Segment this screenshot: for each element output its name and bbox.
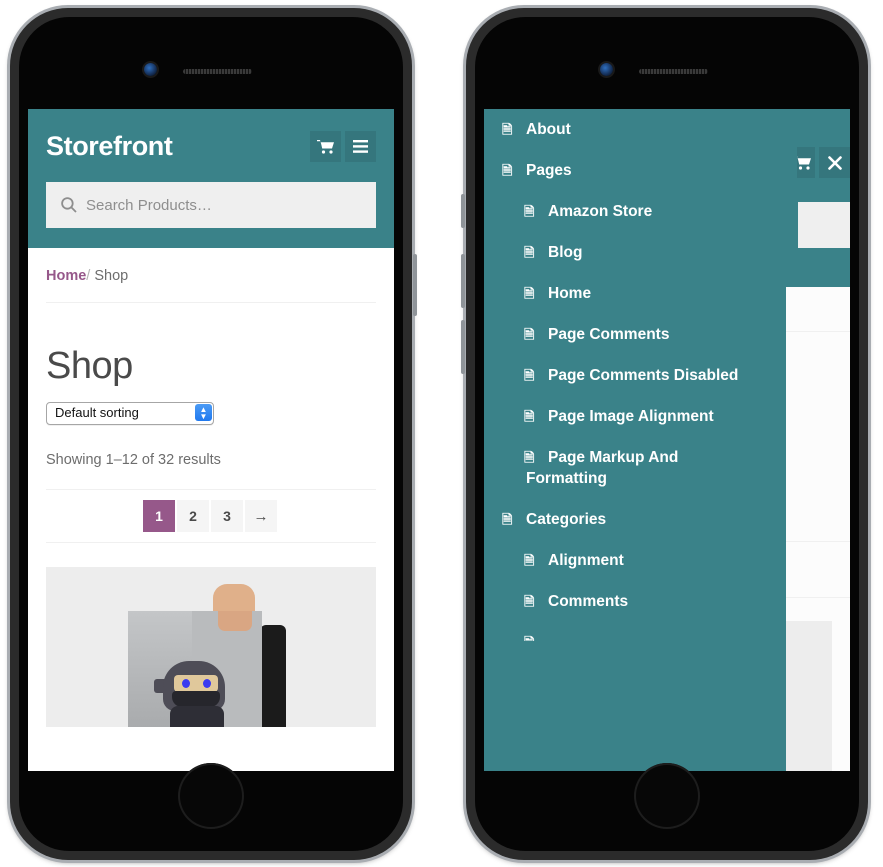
- home-button[interactable]: [634, 763, 700, 829]
- site-logo[interactable]: Storefront: [46, 133, 173, 160]
- menu-item-label: Page Comments Disabled: [548, 367, 739, 384]
- power-button[interactable]: [413, 254, 417, 316]
- search-icon: [61, 197, 77, 213]
- menu-item-amazon-store[interactable]: 🗎 Amazon Store: [484, 191, 786, 232]
- menu-item-page-comments[interactable]: 🗎 Page Comments: [484, 314, 786, 355]
- pagination-page-2[interactable]: 2: [177, 500, 209, 532]
- document-page-icon: 🗎: [524, 286, 535, 301]
- shopping-cart-icon: [317, 140, 334, 154]
- page-title: Shop: [46, 345, 133, 387]
- pagination-page-1[interactable]: 1: [143, 500, 175, 532]
- document-page-icon: 🗎: [524, 409, 535, 424]
- menu-item-partially-visible[interactable]: 🗎: [484, 622, 786, 641]
- product-image-ninja-eye-left: [182, 679, 190, 688]
- pagination-next-button[interactable]: →: [245, 500, 277, 532]
- menu-item-label: Page Image Alignment: [548, 408, 714, 425]
- phone-right: 🗎 About 🗎 Pages 🗎 Amazon Store 🗎 Blog 🗎 …: [461, 8, 868, 860]
- earpiece-speaker-icon: [639, 69, 708, 74]
- cart-button[interactable]: [797, 147, 815, 178]
- document-page-icon: 🗎: [524, 553, 535, 568]
- phone-right-viewport: 🗎 About 🗎 Pages 🗎 Amazon Store 🗎 Blog 🗎 …: [484, 109, 850, 771]
- document-page-icon: 🗎: [524, 368, 535, 383]
- menu-item-page-image-alignment[interactable]: 🗎 Page Image Alignment: [484, 396, 786, 437]
- product-image-ninja-body: [170, 706, 224, 727]
- menu-item-label: Amazon Store: [548, 203, 653, 220]
- front-camera-icon: [144, 63, 157, 76]
- menu-close-button[interactable]: [819, 147, 850, 178]
- volume-down-button[interactable]: [461, 320, 465, 374]
- earpiece-speaker-icon: [183, 69, 252, 74]
- document-page-icon: 🗎: [524, 327, 535, 342]
- menu-item-categories[interactable]: 🗎 Categories: [484, 499, 786, 540]
- home-button[interactable]: [178, 763, 244, 829]
- menu-item-comments[interactable]: 🗎 Comments: [484, 581, 786, 622]
- product-image-fingers: [218, 611, 252, 631]
- product-thumbnail[interactable]: [46, 567, 376, 727]
- document-page-icon: 🗎: [524, 245, 535, 260]
- search-input-placeholder: Search Products…: [86, 196, 212, 214]
- breadcrumb-separator: /: [86, 268, 91, 284]
- document-page-icon: 🗎: [524, 204, 535, 219]
- pagination-page-3[interactable]: 3: [211, 500, 243, 532]
- menu-item-about[interactable]: 🗎 About: [484, 109, 786, 150]
- menu-item-pages[interactable]: 🗎 Pages: [484, 150, 786, 191]
- front-camera-icon: [600, 63, 613, 76]
- result-count: Showing 1–12 of 32 results: [46, 452, 221, 468]
- breadcrumb-home-link[interactable]: Home: [46, 268, 86, 284]
- cart-button[interactable]: [310, 131, 341, 162]
- hamburger-menu-icon: [353, 140, 368, 153]
- sorting-select[interactable]: Default sorting ▲ ▼: [46, 402, 214, 425]
- stepper-arrows-icon: ▲ ▼: [195, 404, 212, 421]
- phone-left: Storefront Search Products… Home/ Shop S…: [10, 8, 417, 860]
- document-page-icon: 🗎: [502, 122, 513, 137]
- product-image-ninja-face: [174, 675, 218, 692]
- shopping-cart-icon: [797, 157, 811, 170]
- header-top-row: Storefront: [46, 131, 376, 162]
- phone-left-screen: Storefront Search Products… Home/ Shop S…: [19, 17, 403, 851]
- menu-item-label: Categories: [526, 511, 607, 528]
- background-search-bar: [798, 202, 850, 248]
- menu-item-page-comments-disabled[interactable]: 🗎 Page Comments Disabled: [484, 355, 786, 396]
- document-page-icon: 🗎: [524, 594, 535, 609]
- menu-item-label: Pages: [526, 162, 572, 179]
- mute-switch[interactable]: [461, 194, 465, 228]
- volume-up-button[interactable]: [461, 254, 465, 308]
- site-header: Storefront Search Products…: [28, 109, 394, 248]
- menu-item-label: About: [526, 121, 571, 138]
- menu-item-alignment[interactable]: 🗎 Alignment: [484, 540, 786, 581]
- product-image-ninja-mask: [172, 691, 220, 707]
- header-buttons: [310, 131, 376, 162]
- menu-toggle-button[interactable]: [345, 131, 376, 162]
- menu-item-page-markup-and-formatting[interactable]: 🗎 Page Markup And Formatting: [484, 437, 786, 499]
- document-page-icon: 🗎: [502, 163, 513, 178]
- menu-item-label: Alignment: [548, 552, 624, 569]
- mobile-menu-overlay: 🗎 About 🗎 Pages 🗎 Amazon Store 🗎 Blog 🗎 …: [484, 109, 786, 771]
- overlay-header-buttons: [797, 147, 850, 178]
- pagination: 1 2 3 →: [46, 489, 376, 543]
- page-body: Home/ Shop Shop Default sorting ▲ ▼ Showi…: [28, 248, 394, 727]
- menu-item-blog[interactable]: 🗎 Blog: [484, 232, 786, 273]
- phone-left-viewport: Storefront Search Products… Home/ Shop S…: [28, 109, 394, 771]
- document-page-icon: 🗎: [502, 512, 513, 527]
- menu-item-label: Blog: [548, 244, 583, 261]
- phone-right-screen: 🗎 About 🗎 Pages 🗎 Amazon Store 🗎 Blog 🗎 …: [475, 17, 859, 851]
- menu-item-label: Page Comments: [548, 326, 670, 343]
- menu-item-home[interactable]: 🗎 Home: [484, 273, 786, 314]
- document-page-icon: 🗎: [524, 632, 539, 641]
- product-image-arm: [260, 625, 286, 727]
- product-image-ninja-eye-right: [203, 679, 211, 688]
- sorting-select-value: Default sorting: [55, 405, 139, 420]
- breadcrumb-current: Shop: [94, 268, 129, 284]
- search-bar[interactable]: Search Products…: [46, 182, 376, 228]
- menu-item-label: Comments: [548, 593, 629, 610]
- menu-item-label: Page Markup And Formatting: [526, 449, 679, 487]
- breadcrumb: Home/ Shop: [46, 248, 376, 303]
- screenshot-stage: Storefront Search Products… Home/ Shop S…: [0, 0, 883, 867]
- menu-item-label: Home: [548, 285, 592, 302]
- close-x-icon: [827, 155, 842, 170]
